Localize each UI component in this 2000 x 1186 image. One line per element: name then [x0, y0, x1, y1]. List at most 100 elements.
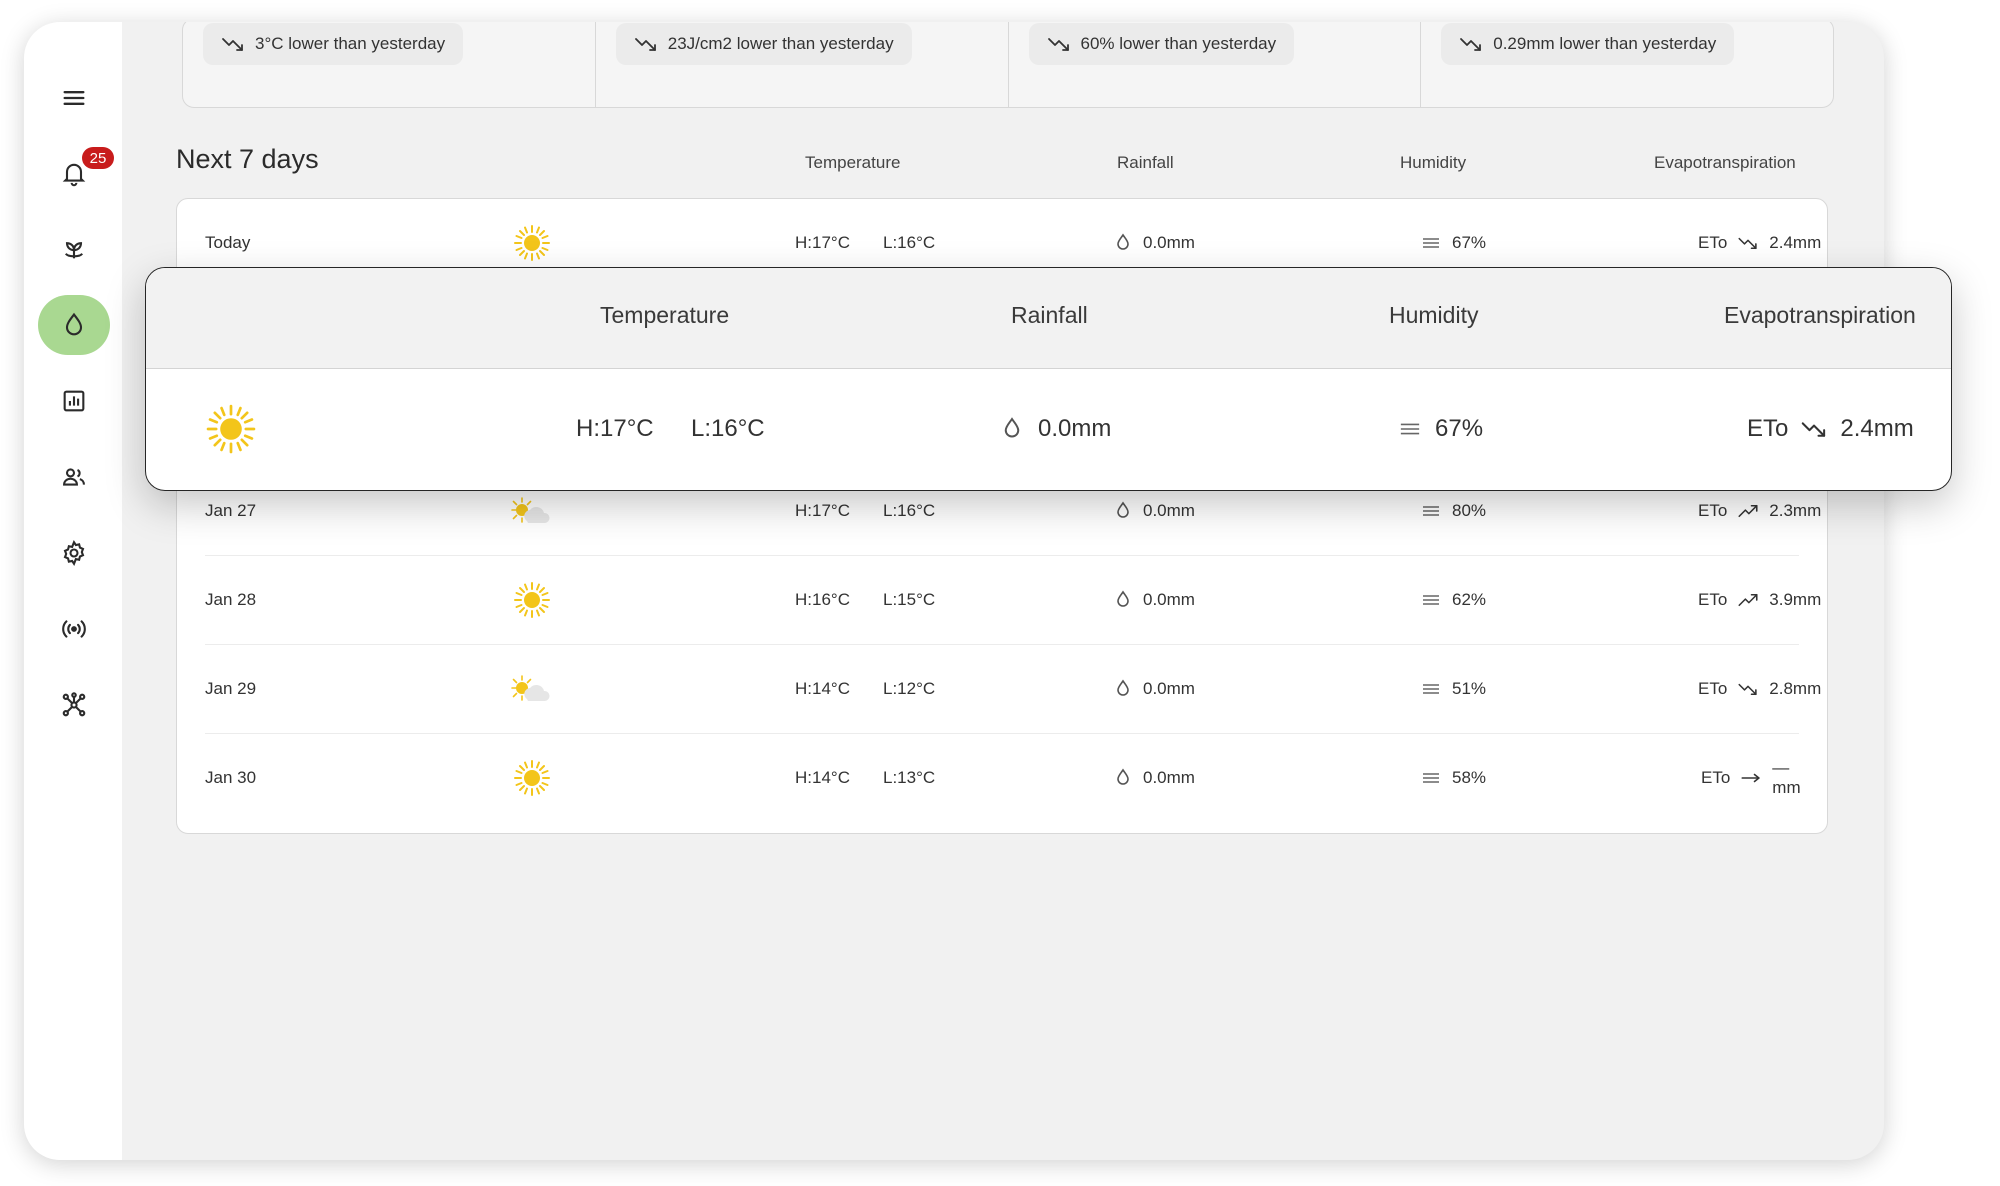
day-label: Jan 29: [205, 679, 257, 698]
humidity-column-header: Humidity: [1400, 153, 1467, 172]
trend-down-icon: [1738, 237, 1757, 250]
temperature-column-header: Temperature: [805, 153, 901, 172]
eto-value: 2.8mm: [1769, 679, 1822, 698]
water-drop-icon: [1117, 590, 1129, 607]
popup-temperature-header: Temperature: [600, 302, 730, 328]
notification-badge: 25: [82, 147, 114, 169]
popup-low-temp: L:16°C: [691, 415, 765, 442]
notifications-button[interactable]: 25: [38, 143, 114, 203]
rainfall-value: 0.0mm: [1143, 590, 1195, 609]
eto-label: ETo: [1698, 233, 1728, 252]
plant-icon: [64, 242, 84, 259]
nav-settings[interactable]: [38, 523, 110, 583]
high-temp: H:14°C: [795, 768, 850, 787]
sidebar: 25: [24, 22, 122, 1160]
trend-down-icon: [1047, 38, 1069, 51]
trend-chip: 23J/cm2 lower than yesterday: [615, 23, 912, 65]
trend-down-icon: [1460, 38, 1482, 51]
popup-rainfall-value: 0.0mm: [1038, 415, 1112, 442]
eto-cell: ETo 3.9mm: [1698, 556, 1821, 644]
menu-button[interactable]: [38, 68, 110, 128]
summary-card: 0.29mm lower than yesterday: [1421, 22, 1833, 107]
eto-label: ETo: [1698, 590, 1728, 609]
evapotranspiration-column-header: Evapotranspiration: [1654, 153, 1796, 172]
nav-crops[interactable]: [38, 219, 110, 279]
popup-eto-value: 2.4mm: [1840, 415, 1914, 442]
forecast-title: Next 7 days: [176, 144, 319, 174]
trend-down-icon: [1802, 422, 1826, 437]
water-drop-icon: [1004, 417, 1020, 438]
eto-label: ETo: [1698, 679, 1728, 698]
summary-card: 23J/cm2 lower than yesterday: [596, 22, 1009, 107]
eto-value: 3.9mm: [1769, 590, 1822, 609]
rainfall-value: 0.0mm: [1143, 768, 1195, 787]
humidity-icon: [1423, 595, 1439, 605]
humidity-icon: [1423, 506, 1439, 516]
popup-evapotranspiration-header: Evapotranspiration: [1724, 302, 1916, 328]
eto-cell: ETo — mm: [1701, 734, 1801, 822]
eto-label: ETo: [1701, 768, 1731, 787]
partly-cloudy-icon: [511, 497, 550, 523]
day-label: Jan 28: [205, 590, 257, 609]
nav-network[interactable]: [38, 675, 110, 735]
low-temp: L:15°C: [883, 590, 936, 609]
trend-up-icon: [1738, 504, 1758, 518]
humidity-value: 62%: [1452, 590, 1487, 609]
trend-down-icon: [634, 38, 656, 51]
sun-icon: [514, 225, 550, 261]
popup-eto-cell: ETo 2.4mm: [1747, 368, 1914, 490]
trend-down-icon: [222, 38, 243, 51]
rainfall-value: 0.0mm: [1143, 501, 1195, 520]
arrow-right-icon: [1741, 773, 1760, 783]
chart-icon: [63, 390, 85, 412]
users-icon: [63, 468, 85, 486]
nav-irrigation[interactable]: [38, 295, 110, 355]
partly-cloudy-icon: [511, 675, 550, 701]
popup-humidity-header: Humidity: [1389, 302, 1479, 328]
sun-icon: [514, 760, 550, 796]
gear-icon: [63, 540, 85, 566]
day-label: Jan 30: [205, 768, 257, 787]
nav-sensors[interactable]: [38, 599, 110, 659]
humidity-icon: [1423, 238, 1439, 248]
summary-card: 60% lower than yesterday: [1009, 22, 1422, 107]
table-row[interactable]: Jan 28 H:16°C L:15°C 0.0mm 62% ETo 3.9mm: [205, 556, 1821, 645]
popup-eto-label: ETo: [1747, 415, 1789, 442]
weather-cell: [512, 556, 552, 644]
popup-humidity-cell: 67%: [1399, 368, 1483, 490]
sun-icon: [514, 582, 550, 618]
eto-label: ETo: [1698, 501, 1728, 520]
nav-reports[interactable]: [38, 371, 110, 431]
nav-users[interactable]: [38, 447, 110, 507]
zoomed-row-popup: Temperature Rainfall Humidity Evapotrans…: [145, 267, 1952, 491]
table-row[interactable]: Jan 29 H:14°C L:12°C 0.0mm 51% ETo 2.8mm: [205, 645, 1821, 734]
humidity-value: 51%: [1452, 679, 1487, 698]
weather-cell: [509, 645, 553, 733]
humidity-icon: [1423, 684, 1439, 694]
trend-text: 0.29mm lower than yesterday: [1493, 34, 1717, 53]
eto-cell: ETo 2.8mm: [1698, 645, 1821, 733]
popup-humidity-value: 67%: [1435, 415, 1484, 442]
popup-weather-cell: [204, 368, 258, 490]
humidity-cell: 58%: [1422, 734, 1486, 822]
humidity-icon: [1423, 773, 1439, 783]
popup-row[interactable]: H:17°C L:16°C 0.0mm 67% ETo 2.4mm: [146, 368, 1951, 490]
rainfall-value: 0.0mm: [1143, 679, 1195, 698]
low-temp: L:13°C: [883, 768, 936, 787]
high-temp: H:16°C: [795, 590, 850, 609]
humidity-cell: 62%: [1422, 556, 1486, 644]
trend-chip: 0.29mm lower than yesterday: [1441, 23, 1735, 65]
sun-icon: [206, 404, 256, 454]
water-drop-icon: [1117, 768, 1129, 785]
menu-icon: [63, 91, 85, 106]
table-row[interactable]: Jan 30 H:14°C L:13°C 0.0mm 58% ETo — mm: [205, 734, 1801, 822]
trend-text: 3°C lower than yesterday: [255, 34, 446, 53]
eto-value: 2.4mm: [1769, 233, 1822, 252]
app-window: 25 3°C lower than yesterday 23J/cm2 lowe…: [24, 22, 1884, 1160]
eto-value: — mm: [1772, 758, 1801, 797]
high-temp: H:14°C: [795, 679, 850, 698]
low-temp: L:12°C: [883, 679, 936, 698]
rainfall-cell: 0.0mm: [1115, 645, 1195, 733]
radio-signal-icon: [62, 620, 86, 638]
trend-down-icon: [1738, 683, 1757, 696]
